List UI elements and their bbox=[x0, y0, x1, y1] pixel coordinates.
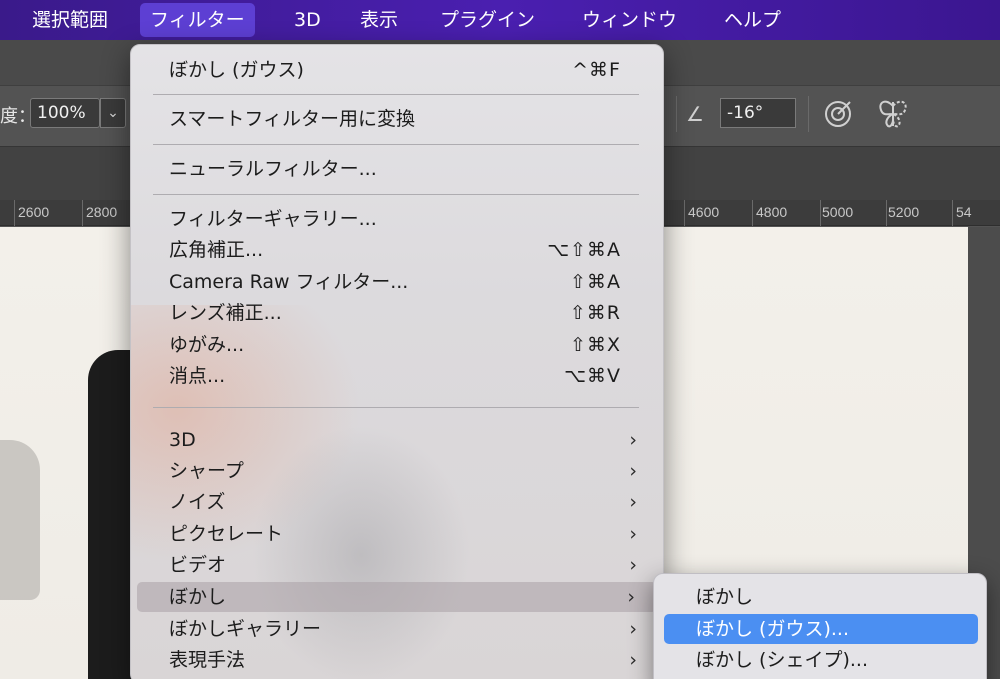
chevron-right-icon: › bbox=[629, 460, 637, 482]
opacity-dropdown-button[interactable]: ⌄ bbox=[100, 98, 126, 128]
ruler-tick: 5000 bbox=[822, 204, 854, 220]
menu-item-label: Camera Raw フィルター... bbox=[169, 271, 409, 293]
shortcut-label: ⇧⌘A bbox=[570, 271, 621, 293]
menu-plugins[interactable]: プラグイン bbox=[430, 0, 545, 40]
divider bbox=[676, 96, 677, 132]
shortcut-label: ⌥⇧⌘A bbox=[547, 239, 621, 261]
ruler-tick: 4600 bbox=[688, 204, 720, 220]
menu-item-vanishing-point[interactable]: 消点... ⌥⌘V bbox=[131, 361, 663, 391]
menu-item-label: 消点... bbox=[169, 365, 226, 387]
chevron-right-icon: › bbox=[629, 649, 637, 671]
ruler-line bbox=[886, 200, 887, 226]
menu-item-blur-gallery[interactable]: ぼかしギャラリー › bbox=[131, 614, 663, 644]
filter-menu: ぼかし (ガウス) ^⌘F スマートフィルター用に変換 ニューラルフィルター..… bbox=[130, 44, 664, 679]
photo-shadow-region bbox=[0, 440, 40, 600]
ruler-line bbox=[684, 200, 685, 226]
menu-window[interactable]: ウィンドウ bbox=[572, 0, 687, 40]
ruler-tick: 2600 bbox=[18, 204, 50, 220]
menu-item-label: ノイズ bbox=[169, 491, 226, 513]
chevron-right-icon: › bbox=[627, 586, 635, 608]
menu-item-label: フィルターギャラリー... bbox=[169, 208, 377, 230]
menu-item-lens-correction[interactable]: レンズ補正... ⇧⌘R bbox=[131, 298, 663, 328]
chevron-right-icon: › bbox=[629, 618, 637, 640]
chevron-right-icon: › bbox=[629, 491, 637, 513]
shortcut-label: ^⌘F bbox=[572, 59, 621, 81]
menu-item-label: ゆがみ... bbox=[169, 334, 245, 356]
menu-item-label: 広角補正... bbox=[169, 239, 264, 261]
menu-item-convert-smart-filter[interactable]: スマートフィルター用に変換 bbox=[131, 104, 663, 134]
submenu-item-gaussian-blur[interactable]: ぼかし (ガウス)... bbox=[664, 614, 978, 644]
menu-view[interactable]: 表示 bbox=[350, 0, 408, 40]
menu-item-video[interactable]: ビデオ › bbox=[131, 550, 663, 580]
ruler-tick: 5200 bbox=[888, 204, 920, 220]
angle-input[interactable]: -16° bbox=[720, 98, 796, 128]
menu-separator bbox=[153, 94, 639, 95]
menu-item-stylize[interactable]: 表現手法 › bbox=[131, 645, 663, 675]
menu-item-3d[interactable]: 3D › bbox=[131, 425, 663, 455]
symmetry-butterfly-icon[interactable] bbox=[876, 96, 910, 132]
ruler-line bbox=[82, 200, 83, 226]
menu-item-filter-gallery[interactable]: フィルターギャラリー... bbox=[131, 204, 663, 234]
menu-item-label: ピクセレート bbox=[169, 523, 284, 545]
app-menu-bar: 選択範囲 フィルター 3D 表示 プラグイン ウィンドウ ヘルプ bbox=[0, 0, 1000, 40]
menu-select[interactable]: 選択範囲 bbox=[22, 0, 118, 40]
pressure-target-icon[interactable] bbox=[822, 98, 854, 130]
shortcut-label: ⇧⌘R bbox=[569, 302, 621, 324]
submenu-item-shape-blur[interactable]: ぼかし (シェイプ)... bbox=[654, 645, 988, 675]
menu-item-camera-raw[interactable]: Camera Raw フィルター... ⇧⌘A bbox=[131, 267, 663, 297]
blur-submenu: ぼかし ぼかし (ガウス)... ぼかし (シェイプ)... bbox=[653, 573, 987, 679]
menu-item-pixelate[interactable]: ピクセレート › bbox=[131, 519, 663, 549]
menu-item-noise[interactable]: ノイズ › bbox=[131, 487, 663, 517]
menu-item-label: 表現手法 bbox=[169, 649, 246, 671]
menu-item-label: レンズ補正... bbox=[169, 302, 282, 324]
menu-item-label: ニューラルフィルター... bbox=[169, 158, 377, 180]
divider bbox=[808, 96, 809, 132]
angle-icon: ∠ bbox=[686, 102, 704, 126]
menu-item-blur[interactable]: ぼかし › bbox=[137, 582, 657, 612]
menu-help[interactable]: ヘルプ bbox=[714, 0, 791, 40]
ruler-tick: 54 bbox=[956, 204, 972, 220]
menu-item-sharpen[interactable]: シャープ › bbox=[131, 456, 663, 486]
ruler-line bbox=[820, 200, 821, 226]
menu-item-label: 3D bbox=[169, 429, 196, 451]
menu-separator bbox=[153, 407, 639, 408]
menu-filter[interactable]: フィルター bbox=[140, 3, 255, 37]
ruler-line bbox=[752, 200, 753, 226]
menu-item-adaptive-wide-angle[interactable]: 広角補正... ⌥⇧⌘A bbox=[131, 235, 663, 265]
chevron-right-icon: › bbox=[629, 523, 637, 545]
menu-item-label: シャープ bbox=[169, 460, 244, 482]
menu-item-neural-filters[interactable]: ニューラルフィルター... bbox=[131, 154, 663, 184]
menu-item-last-filter[interactable]: ぼかし (ガウス) ^⌘F bbox=[131, 55, 663, 85]
chevron-right-icon: › bbox=[629, 429, 637, 451]
menu-item-label: ぼかし (ガウス) bbox=[169, 59, 304, 81]
menu-3d[interactable]: 3D bbox=[284, 0, 331, 40]
ruler-line bbox=[952, 200, 953, 226]
menu-item-liquify[interactable]: ゆがみ... ⇧⌘X bbox=[131, 330, 663, 360]
shortcut-label: ⌥⌘V bbox=[564, 365, 621, 387]
ruler-tick: 2800 bbox=[86, 204, 118, 220]
shortcut-label: ⇧⌘X bbox=[570, 334, 621, 356]
menu-item-label: スマートフィルター用に変換 bbox=[169, 108, 416, 130]
menu-item-label: ぼかしギャラリー bbox=[169, 618, 322, 640]
menu-item-label: ビデオ bbox=[169, 554, 227, 576]
menu-separator bbox=[153, 144, 639, 145]
opacity-input[interactable]: 100% bbox=[30, 98, 100, 128]
ruler-line bbox=[14, 200, 15, 226]
submenu-item-blur[interactable]: ぼかし bbox=[654, 582, 988, 612]
chevron-right-icon: › bbox=[629, 554, 637, 576]
ruler-tick: 4800 bbox=[756, 204, 788, 220]
menu-separator bbox=[153, 194, 639, 195]
menu-item-label: ぼかし bbox=[169, 586, 227, 608]
